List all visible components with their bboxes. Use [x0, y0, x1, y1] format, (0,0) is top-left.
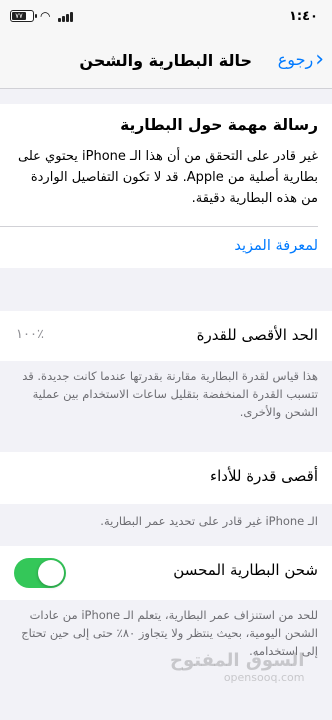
maximum-capacity-row: الحد الأقصى للقدرة ٪١٠٠ [0, 311, 332, 361]
message-heading: رسالة مهمة حول البطارية [120, 116, 318, 134]
optimized-charging-row: شحن البطارية المحسن [0, 546, 332, 600]
status-bar: ٧٧ ◠ ١:٤٠ [0, 0, 332, 36]
toggle-knob [38, 560, 64, 586]
back-label: رجوع [277, 50, 314, 69]
maximum-capacity-note: هذا قياس لقدرة البطارية مقارنة بقدرتها ع… [22, 369, 318, 419]
cellular-signal-icon [58, 10, 74, 22]
wifi-icon: ◠ [40, 9, 51, 23]
battery-icon: ٧٧ [10, 10, 37, 22]
maximum-capacity-value: ٪١٠٠ [16, 327, 44, 342]
learn-more-link[interactable]: لمعرفة المزيد [234, 238, 318, 254]
peak-performance-row: أقصى قدرة للأداء [0, 452, 332, 504]
watermark-latin: opensooq.com [223, 671, 305, 684]
battery-level: ٧٧ [12, 12, 26, 20]
nav-bar: رجوع › حالة البطارية والشحن [0, 36, 332, 89]
back-button[interactable]: رجوع › [277, 46, 324, 72]
divider [0, 226, 318, 227]
page-title: حالة البطارية والشحن [79, 51, 252, 70]
watermark-arabic: السوق المفتوح [170, 650, 305, 671]
peak-performance-note: الـ iPhone غير قادر على تحديد عمر البطار… [100, 514, 318, 528]
maximum-capacity-label: الحد الأقصى للقدرة [196, 326, 318, 344]
message-body: غير قادر على التحقق من أن هذا الـ iPhone… [18, 149, 318, 206]
optimized-charging-label: شحن البطارية المحسن [173, 561, 318, 579]
watermark-logo: السوق المفتوح opensooq.com [170, 650, 304, 684]
chevron-right-icon: › [315, 46, 324, 72]
status-time: ١:٤٠ [288, 9, 318, 24]
battery-message-card: رسالة مهمة حول البطارية غير قادر على الت… [0, 104, 332, 268]
optimized-charging-toggle[interactable] [14, 558, 66, 588]
peak-performance-label: أقصى قدرة للأداء [210, 467, 318, 485]
